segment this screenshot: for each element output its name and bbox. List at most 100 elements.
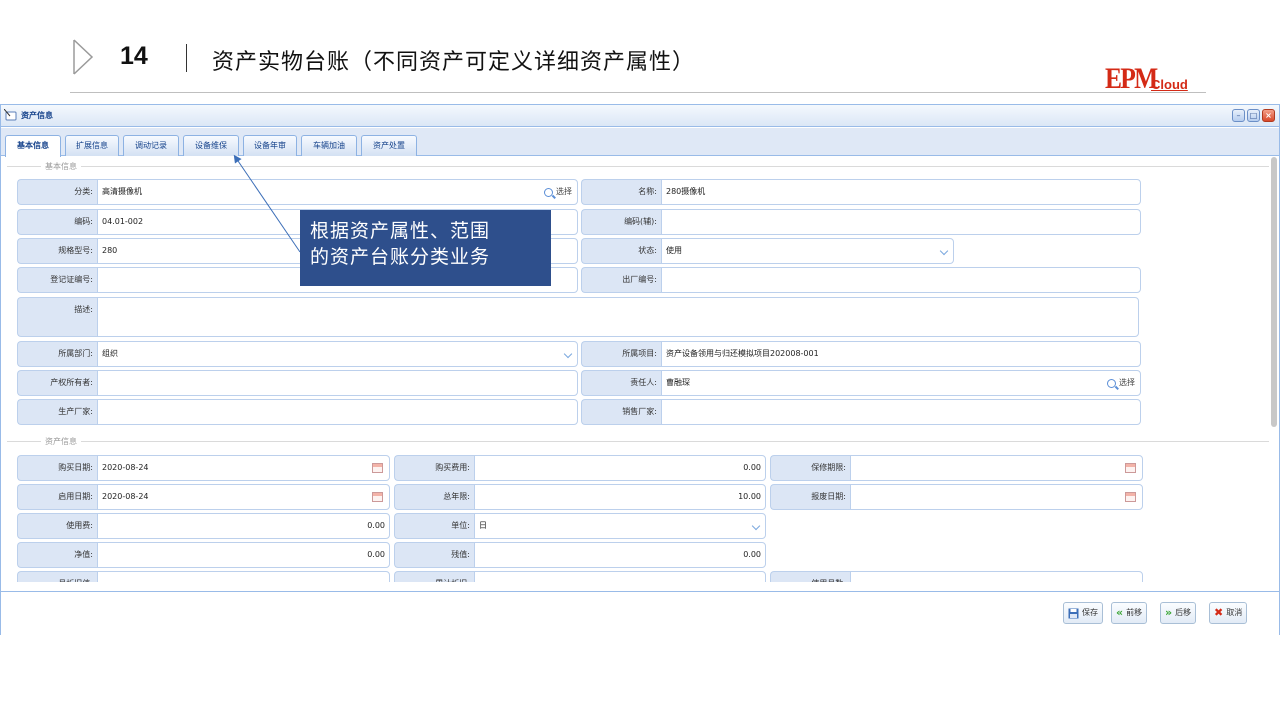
start-date-label: 启用日期: [17,484,97,510]
prev-label: 前移 [1126,608,1143,617]
calendar-icon[interactable] [372,463,383,473]
cancel-label: 取消 [1226,608,1243,617]
tab-vehicle-fuel[interactable]: 车辆加油 [301,135,357,156]
cross-icon: ✖ [1214,606,1224,619]
search-icon [1107,378,1116,388]
name-field[interactable]: 280摄像机 [661,179,1141,205]
window-titlebar[interactable]: 资产信息 – □ × [1,105,1279,127]
callout-line-2: 的资产台账分类业务 [310,246,491,268]
save-button[interactable]: 保存 [1063,602,1103,624]
section-asset-legend: 资产信息 [41,436,81,447]
purchase-cost-label: 购买费用: [394,455,474,481]
cancel-button[interactable]: ✖ 取消 [1209,602,1248,624]
purchase-cost-field[interactable]: 0.00 [474,455,766,481]
status-label: 状态: [581,238,661,264]
close-icon: × [1265,111,1272,120]
form-body: 基本信息 分类: 高清摄像机 选择 名称: 280摄像机 编码: 04.01-0… [1,157,1269,582]
title-separator [186,44,187,72]
scrap-date-label: 报废日期: [770,484,850,510]
tab-extended-info[interactable]: 扩展信息 [65,135,119,156]
model-label: 规格型号: [17,238,97,264]
window-app-icon [4,109,17,121]
tab-bar: 基本信息 扩展信息 调动记录 设备维保 设备年审 车辆加油 资产处置 [1,128,1279,157]
warranty-label: 保修期限: [770,455,850,481]
chevron-down-icon [563,349,573,359]
status-select[interactable]: 使用 [661,238,954,264]
monthly-dep-field[interactable] [97,571,390,582]
chevron-down-icon [751,521,761,531]
callout-line-1: 根据资产属性、范围 [310,220,491,242]
slide-title: 资产实物台账（不同资产可定义详细资产属性） [212,50,696,75]
unit-label: 单位: [394,513,474,539]
title-divider [70,92,1206,93]
factory-no-field[interactable] [661,267,1141,293]
tab-disposal[interactable]: 资产处置 [361,135,417,156]
purchase-date-value: 2020-08-24 [102,463,149,472]
category-select-button[interactable]: 选择 [540,180,577,204]
chevron-down-icon [939,246,949,256]
maximize-button[interactable]: □ [1247,109,1260,122]
project-label: 所属项目: [581,341,661,367]
net-value-field[interactable]: 0.00 [97,542,390,568]
description-textarea[interactable] [97,297,1139,337]
department-value: 组织 [102,349,118,358]
section-divider [7,166,1269,167]
start-date-field[interactable]: 2020-08-24 [97,484,390,510]
responsible-select-button[interactable]: 选择 [1103,371,1140,395]
calendar-icon[interactable] [1125,492,1136,502]
months-used-label: 使用月数: [770,571,850,582]
aux-code-field[interactable] [661,209,1141,235]
tab-maintenance[interactable]: 设备维保 [183,135,239,156]
warranty-field[interactable] [850,455,1143,481]
tab-basic-info[interactable]: 基本信息 [5,135,61,157]
close-button[interactable]: × [1262,109,1275,122]
purchase-date-label: 购买日期: [17,455,97,481]
minimize-button[interactable]: – [1232,109,1245,122]
tab-transfer-records[interactable]: 调动记录 [123,135,179,156]
usage-fee-label: 使用费: [17,513,97,539]
name-label: 名称: [581,179,661,205]
tab-annual-review[interactable]: 设备年审 [243,135,297,156]
months-used-field[interactable] [850,571,1143,582]
description-label: 描述: [17,297,97,337]
category-select-label: 选择 [556,187,572,196]
section-divider [7,441,1269,442]
vertical-scrollbar[interactable] [1271,157,1277,427]
callout-box: 根据资产属性、范围 的资产台账分类业务 [300,210,551,286]
seller-label: 销售厂家: [581,399,661,425]
calendar-icon[interactable] [1125,463,1136,473]
owner-label: 产权所有者: [17,370,97,396]
section-basic-legend: 基本信息 [41,161,81,172]
next-button[interactable]: » 后移 [1160,602,1197,624]
category-field[interactable]: 高清摄像机 选择 [97,179,578,205]
unit-select[interactable]: 日 [474,513,766,539]
responsible-label: 责任人: [581,370,661,396]
factory-no-label: 出厂编号: [581,267,661,293]
scrap-date-field[interactable] [850,484,1143,510]
prev-button[interactable]: « 前移 [1111,602,1148,624]
responsible-field[interactable]: 曹融琛 选择 [661,370,1141,396]
department-select[interactable]: 组织 [97,341,578,367]
logo-main-text: EPM [1105,62,1158,95]
window-title: 资产信息 [21,111,53,120]
seller-field[interactable] [661,399,1141,425]
aux-code-label: 编码(辅): [581,209,661,235]
purchase-date-field[interactable]: 2020-08-24 [97,455,390,481]
double-chevron-left-icon: « [1116,606,1124,619]
minimize-icon: – [1236,111,1241,120]
slide-marker-icon [73,39,94,75]
responsible-select-label: 选择 [1119,378,1135,387]
manufacturer-field[interactable] [97,399,578,425]
owner-field[interactable] [97,370,578,396]
accum-dep-field[interactable] [474,571,766,582]
project-field[interactable]: 资产设备领用与归还模拟项目202008-001 [661,341,1141,367]
usage-fee-field[interactable]: 0.00 [97,513,390,539]
responsible-value: 曹融琛 [666,378,690,387]
calendar-icon[interactable] [372,492,383,502]
start-date-value: 2020-08-24 [102,492,149,501]
department-label: 所属部门: [17,341,97,367]
slide: 14 资产实物台账（不同资产可定义详细资产属性） EPM Cloud 资产信息 … [0,0,1280,720]
save-label: 保存 [1082,608,1098,617]
total-years-field[interactable]: 10.00 [474,484,766,510]
residual-field[interactable]: 0.00 [474,542,766,568]
